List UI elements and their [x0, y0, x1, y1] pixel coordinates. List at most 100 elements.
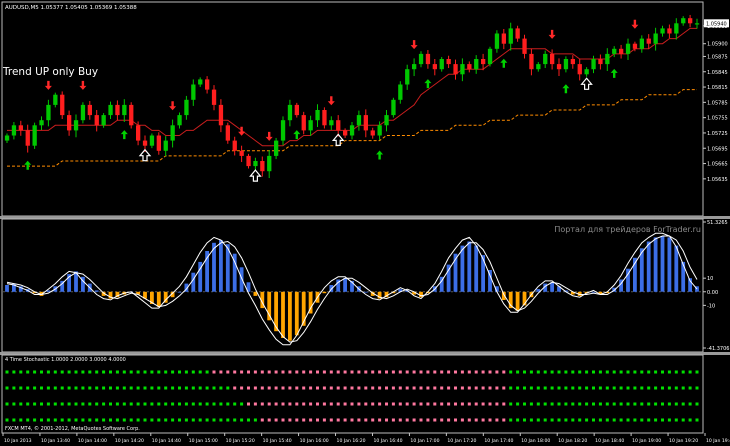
price-tick-label: 1.05665 — [707, 162, 728, 168]
stochastic-dot — [536, 370, 540, 374]
histogram-bar — [667, 237, 672, 292]
candle-body — [398, 84, 403, 100]
stochastic-dot — [474, 370, 478, 374]
stochastic-dot — [219, 370, 223, 374]
stochastic-dot — [688, 418, 692, 422]
stochastic-dot — [633, 402, 637, 406]
candle-body — [115, 104, 120, 116]
osc-tick-label: 0.00 — [707, 290, 718, 296]
histogram-bar — [267, 291, 272, 321]
stochastic-dot — [605, 386, 609, 390]
histogram-bar — [681, 261, 686, 292]
stochastic-dot — [385, 386, 388, 390]
stochastic-dot — [198, 418, 202, 422]
candle-body — [667, 28, 672, 34]
stochastic-dot — [516, 402, 520, 406]
stochastic-dot — [143, 402, 147, 406]
candle — [129, 102, 134, 129]
candle-body — [474, 59, 479, 70]
osc-tick-label: -10 — [707, 303, 715, 309]
stochastic-dot — [440, 386, 444, 390]
stochastic-dot — [260, 370, 264, 374]
stochastic-dot — [612, 402, 616, 406]
stochastic-dot — [612, 386, 616, 390]
stochastic-dot — [364, 418, 368, 422]
stochastic-dot — [488, 418, 492, 422]
stochastic-dot — [343, 370, 347, 374]
candle-body — [336, 120, 341, 131]
stochastic-dot — [129, 370, 133, 374]
stochastic-dot — [12, 386, 16, 390]
candle-body — [267, 155, 272, 172]
stochastic-dot — [115, 402, 119, 406]
stochastic-dot — [157, 370, 161, 374]
stochastic-dot — [46, 386, 50, 390]
stochastic-dot — [260, 418, 264, 422]
stochastic-dot — [343, 402, 347, 406]
stochastic-dot — [536, 386, 540, 390]
stochastic-dot — [619, 386, 623, 390]
candle-body — [632, 43, 638, 49]
time-tick-label: 10 Jan 17:00 — [410, 438, 439, 444]
stochastic-dot — [357, 402, 361, 406]
candle-body — [639, 38, 644, 49]
price-tick-label: 1.05875 — [707, 54, 728, 60]
candle-body — [253, 161, 258, 167]
histogram-bar — [653, 237, 658, 292]
stochastic-dot — [322, 386, 326, 390]
stochastic-dot — [412, 418, 416, 422]
stochastic-dot — [81, 418, 85, 422]
candle-body — [232, 140, 237, 151]
candle-body — [556, 64, 562, 70]
stochastic-dot — [95, 370, 99, 374]
stochastic-dot — [67, 418, 71, 422]
price-tick-label: 1.05635 — [707, 177, 728, 183]
osc-tick-label: 51.3265 — [707, 220, 728, 226]
candle-body — [660, 28, 665, 34]
stochastic-dot — [550, 418, 554, 422]
stochastic-dot — [60, 370, 64, 374]
stochastic-dot — [233, 370, 237, 374]
stochastic-dot — [46, 402, 50, 406]
stochastic-dot — [516, 418, 520, 422]
stochastic-dot — [391, 402, 395, 406]
stochastic-dot — [688, 370, 692, 374]
candle-body — [4, 135, 10, 141]
stochastic-dot — [295, 386, 299, 390]
stochastic-dot — [605, 370, 609, 374]
stochastic-dot — [467, 418, 471, 422]
stochastic-dot — [426, 370, 430, 374]
stochastic-dot — [488, 402, 492, 406]
stochastic-dot — [578, 386, 582, 390]
stochastic-dot — [695, 386, 699, 390]
stochastic-dot — [178, 402, 181, 406]
stochastic-dot — [688, 402, 692, 406]
stochastic-dot — [129, 402, 133, 406]
candle-body — [315, 110, 320, 121]
stochastic-dot — [329, 386, 333, 390]
stochastic-dot — [550, 370, 554, 374]
stochastic-dot — [357, 386, 361, 390]
stochastic-dot — [316, 402, 319, 406]
stochastic-dot — [612, 418, 616, 422]
stochastic-dot — [157, 418, 161, 422]
candle-body — [494, 33, 500, 49]
candle-body — [177, 115, 182, 126]
stochastic-dot — [419, 402, 423, 406]
stochastic-dot — [26, 370, 30, 374]
stochastic-dot — [309, 370, 313, 374]
candle-body — [274, 140, 279, 156]
stochastic-dot — [571, 418, 575, 422]
stochastic-dot — [67, 370, 71, 374]
stochastic-dot — [598, 402, 602, 406]
stochastic-dot — [109, 386, 112, 390]
price-tick-label: 1.05900 — [707, 42, 728, 48]
candle-body — [246, 155, 251, 167]
time-tick-label: 10 Jan 14:40 — [152, 438, 181, 444]
stochastic-dot — [171, 402, 175, 406]
stochastic-dot — [26, 402, 30, 406]
stochastic-dot — [12, 370, 16, 374]
candle-body — [260, 161, 265, 172]
candle-body — [681, 18, 686, 24]
stochastic-dot — [378, 386, 382, 390]
